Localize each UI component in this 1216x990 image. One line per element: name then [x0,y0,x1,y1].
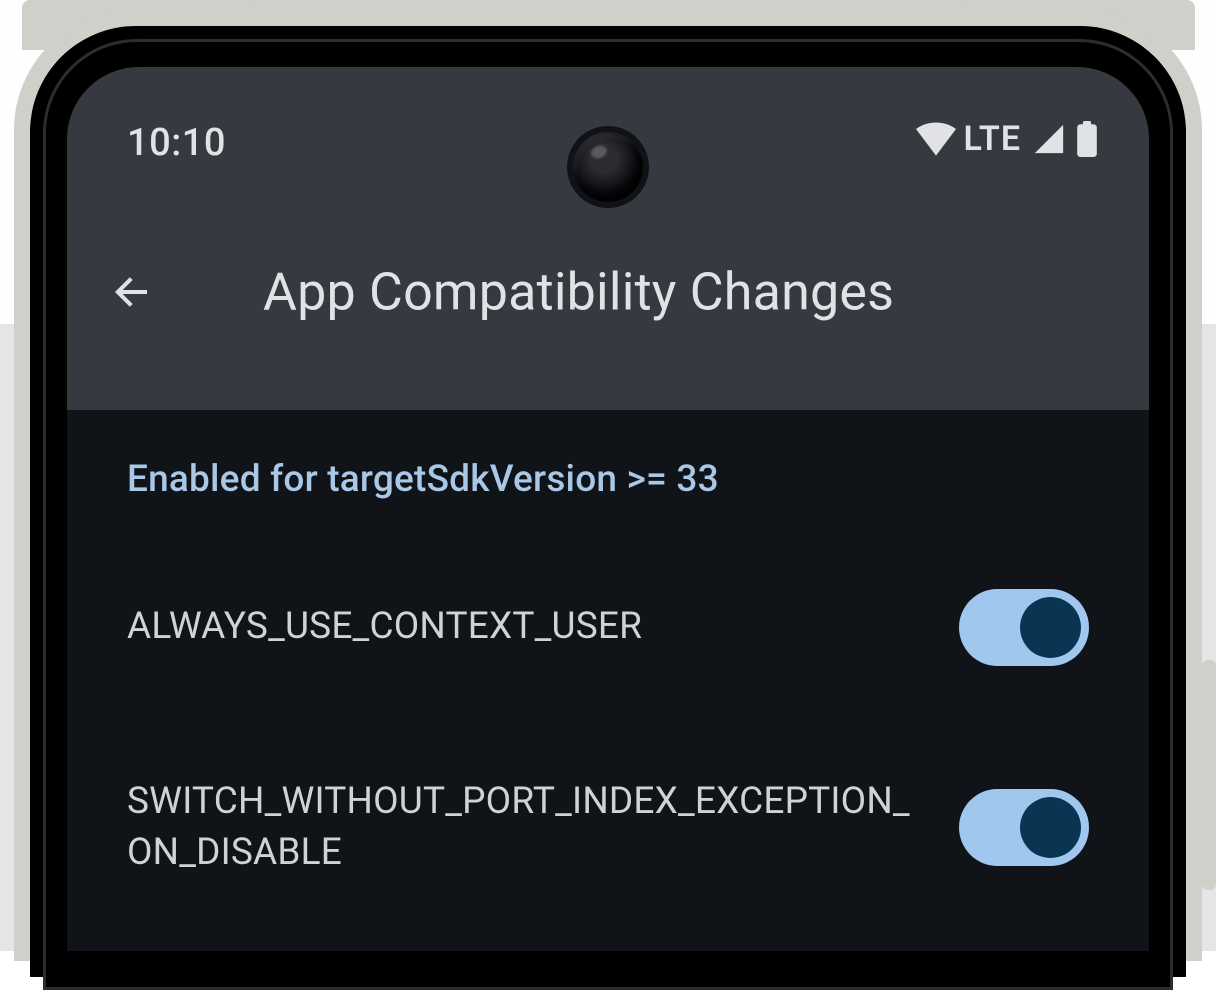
status-icons: LTE [908,119,1098,159]
app-header: 10:10 LTE [67,67,1149,410]
device-side-button [1202,660,1216,890]
device-frame: 10:10 LTE [0,0,1216,951]
compat-change-row[interactable]: THROW_ON_INVALID_PRIORITY_VALUE [127,927,1089,951]
toggle-thumb [1020,797,1081,858]
status-time: 10:10 [127,121,226,165]
screen: 10:10 LTE [67,67,1149,951]
compat-change-label: ALWAYS_USE_CONTEXT_USER [127,601,642,652]
cellular-icon [1029,122,1069,156]
toggle-thumb [1020,597,1081,658]
compat-change-row[interactable]: SWITCH_WITHOUT_PORT_INDEX_EXCEPTION_ON_D… [127,727,1089,927]
compat-change-label: SWITCH_WITHOUT_PORT_INDEX_EXCEPTION_ON_D… [127,776,917,878]
section-header: Enabled for targetSdkVersion >= 33 [127,458,1089,501]
content: Enabled for targetSdkVersion >= 33 ALWAY… [67,410,1149,951]
status-bar: 10:10 LTE [67,67,1149,177]
compat-change-row[interactable]: ALWAYS_USE_CONTEXT_USER [127,527,1089,727]
back-button[interactable] [101,262,161,322]
back-arrow-icon [107,268,155,316]
page-title: App Compatibility Changes [263,262,894,323]
network-label: LTE [964,119,1022,159]
app-bar: App Compatibility Changes [67,237,1149,347]
battery-icon [1077,121,1097,157]
camera-cutout [573,132,643,202]
toggle-switch[interactable] [959,589,1089,666]
wifi-icon [916,122,956,156]
toggle-switch[interactable] [959,789,1089,866]
